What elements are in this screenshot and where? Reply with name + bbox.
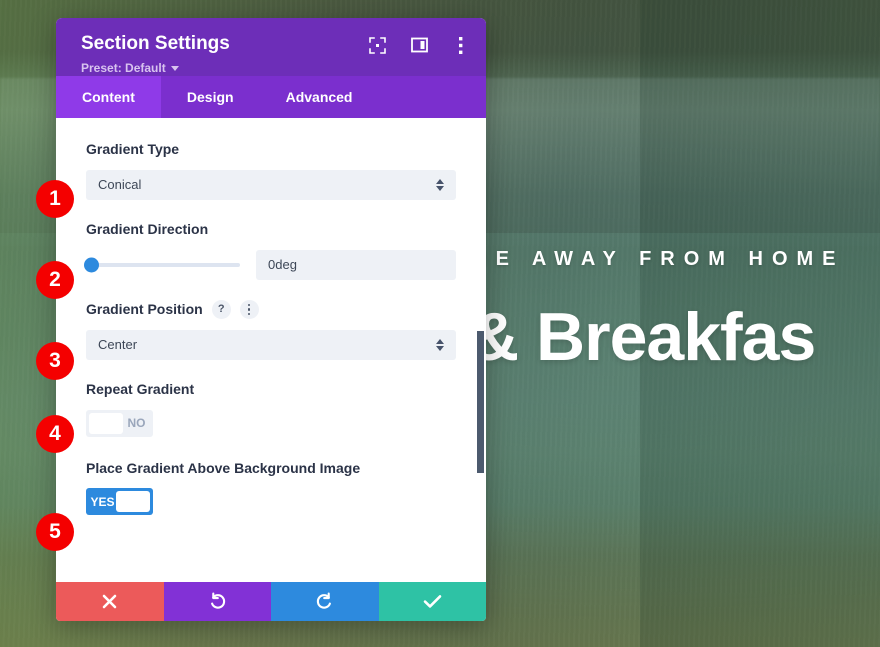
close-icon [102,594,117,609]
chevron-down-icon [170,66,179,72]
preset-label: Preset: Default [81,60,166,75]
slider-handle[interactable] [84,257,99,273]
panel-tabs: Content Design Advanced [56,76,486,118]
check-icon [423,595,442,608]
repeat-gradient-state: NO [127,416,146,430]
tab-design[interactable]: Design [161,76,260,118]
gradient-position-label: Gradient Position [86,300,203,317]
undo-button[interactable] [163,582,271,621]
save-button[interactable] [378,582,486,621]
annotation-badge-5: 5 [36,513,74,551]
redo-icon [317,592,332,609]
gradient-type-label: Gradient Type [86,141,180,157]
field-gradient-type: Gradient Type Conical [86,140,456,200]
panel-scrollbar[interactable] [477,331,484,473]
toggle-knob [89,412,123,434]
gradient-direction-input[interactable] [256,249,456,280]
repeat-gradient-toggle[interactable]: NO [86,409,153,437]
panel-header-icons [368,36,470,54]
tab-advanced[interactable]: Advanced [260,76,379,118]
field-place-gradient-above: Place Gradient Above Background Image YE… [86,459,456,516]
fullscreen-icon[interactable] [368,36,386,54]
repeat-gradient-label: Repeat Gradient [86,380,195,397]
gradient-direction-label: Gradient Direction [86,220,209,237]
gradient-position-label-row: Gradient Position ? [86,300,456,320]
gradient-direction-row [84,249,456,280]
annotation-badge-2: 2 [36,261,74,299]
gradient-type-select[interactable]: Conical [86,169,456,200]
undo-icon [210,592,225,609]
field-repeat-gradient: Repeat Gradient NO [86,380,456,439]
place-gradient-above-toggle[interactable]: YES [86,488,153,516]
place-gradient-above-label: Place Gradient Above Background Image [86,459,361,476]
panel-footer [56,582,486,621]
field-options-icon[interactable] [239,300,259,320]
preset-selector[interactable]: Preset: Default [81,61,179,75]
tab-content[interactable]: Content [56,76,161,118]
gradient-direction-slider[interactable] [84,257,240,273]
place-gradient-above-state: YES [90,494,115,509]
hero-title: & Breakfas [470,299,816,375]
gradient-position-value: Center [98,337,138,353]
panel-body: Gradient Type Conical Gradient Direction [56,118,486,582]
more-options-icon[interactable] [452,36,470,54]
panel-header: Section Settings Preset: Default [56,18,486,76]
gradient-position-select[interactable]: Center [86,329,456,360]
annotation-badge-1: 1 [36,180,74,218]
gradient-type-value: Conical [98,177,142,193]
help-icon[interactable]: ? [211,300,231,320]
cancel-button[interactable] [56,582,164,621]
chevron-updown-icon [436,338,444,351]
annotation-badge-3: 3 [36,342,74,380]
layout-icon[interactable] [410,36,428,54]
redo-button[interactable] [271,582,379,621]
chevron-updown-icon [436,178,444,191]
screenshot-root: ME AWAY FROM HOME & Breakfas Section Set… [0,0,880,647]
field-gradient-position: Gradient Position ? Center [86,300,456,360]
field-gradient-direction: Gradient Direction [84,220,456,280]
annotation-badge-4: 4 [36,415,74,453]
hero-kicker: ME AWAY FROM HOME [470,248,845,270]
toggle-knob [116,491,150,513]
section-settings-panel: Section Settings Preset: Default Content… [56,18,486,621]
